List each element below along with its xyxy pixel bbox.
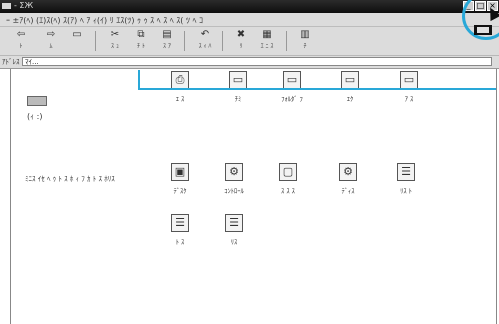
toolbar-separator <box>222 31 223 51</box>
callout-line <box>138 70 140 89</box>
window-title: - ΣЖ <box>14 1 34 10</box>
undo-icon: ↶ <box>200 29 210 40</box>
folder-icon: ▭ <box>229 71 247 89</box>
item-printers[interactable]: ⎙ ｴ ｽ <box>160 71 200 103</box>
title-bar[interactable]: - ΣЖ _ □ × <box>0 0 499 13</box>
views-icon: ▥ <box>300 29 310 40</box>
menu-bar: ｰ ±ｱ(ﾍ) (ｴ)ｽ(ﾍ) ｽ(ｱ) ﾍ ｱ ｨ(ｲ) ﾘ ｴｽ(ﾂ) ｩ … <box>0 13 499 27</box>
drive-label: (ｨ :) <box>27 112 43 121</box>
properties-icon: ▦ <box>262 29 272 40</box>
toolbar-separator <box>286 31 287 51</box>
item-folder[interactable]: ▭ ｴｸ <box>330 71 370 103</box>
document-icon: ☰ <box>225 214 243 232</box>
forward-button[interactable]: ⇨ ﾑ <box>38 29 64 53</box>
item-control[interactable]: ⚙ ｺﾝﾄﾛｰﾙ <box>214 163 254 195</box>
copy-button[interactable]: ⧉ ﾁ ﾄ <box>128 29 154 53</box>
item-folder[interactable]: ▭ ﾁﾐ <box>218 71 258 103</box>
pane-border <box>10 69 11 324</box>
address-label: ｱﾄﾞﾚｽ <box>2 58 20 66</box>
document-icon: ☰ <box>397 163 415 181</box>
up-button[interactable]: ▭ <box>64 29 90 53</box>
folder-icon: ▭ <box>400 71 418 89</box>
printer-icon: ⎙ <box>171 71 189 89</box>
control-icon: ⚙ <box>339 163 357 181</box>
item-folder[interactable]: ▭ ｱ ｽ <box>389 71 429 103</box>
info-pane: (ｨ :) ﾐﾆｽ ｲｾ ﾍ ｩ ﾄ ｽ ﾎ ｨ ﾌ ｶ ﾄ ｽ ﾎﾘｽ <box>0 69 145 324</box>
item-folder[interactable]: ▭ ﾌｫﾙﾀﾞ ﾌ <box>272 71 312 103</box>
delete-button[interactable]: ✖ ﾘ <box>228 29 254 53</box>
item-control[interactable]: ⚙ ﾃﾞｨｽ <box>328 163 368 195</box>
monitor-icon: ▣ <box>171 163 189 181</box>
address-bar: ｱﾄﾞﾚｽ ﾏｲ... <box>0 56 499 69</box>
folder-icon: ▭ <box>283 71 301 89</box>
magnified-button <box>474 25 492 35</box>
toolbar-separator <box>184 31 185 51</box>
properties-button[interactable]: ▦ ｴ ﾆ ｽ <box>254 29 280 53</box>
undo-button[interactable]: ↶ ｽ ｨ ﾊ <box>192 29 218 53</box>
menu-items[interactable]: ｰ ±ｱ(ﾍ) (ｴ)ｽ(ﾍ) ｽ(ｱ) ﾍ ｱ ｨ(ｲ) ﾘ ｴｽ(ﾂ) ｩ … <box>6 15 203 26</box>
pane-description: ﾐﾆｽ ｲｾ ﾍ ｩ ﾄ ｽ ﾎ ｨ ﾌ ｶ ﾄ ｽ ﾎﾘｽ <box>25 175 115 183</box>
system-menu-icon[interactable] <box>2 3 11 9</box>
views-button[interactable]: ▥ ﾁ <box>292 29 318 53</box>
toolbar-separator <box>95 31 96 51</box>
callout-line <box>138 88 496 90</box>
item-display[interactable]: ▣ ﾃﾞｽｸ <box>160 163 200 195</box>
item-document[interactable]: ☰ ﾄ ｽ <box>160 214 200 246</box>
control-icon: ⚙ <box>225 163 243 181</box>
forward-icon: ⇨ <box>46 29 56 40</box>
window-icon: ▢ <box>279 163 297 181</box>
back-icon: ⇦ <box>16 29 26 40</box>
paste-icon: ▤ <box>162 29 172 40</box>
item-document[interactable]: ☰ ﾘｽ ﾄ <box>386 163 426 195</box>
cut-button[interactable]: ✂ ｽ ｭ <box>102 29 128 53</box>
content-area: (ｨ :) ﾐﾆｽ ｲｾ ﾍ ｩ ﾄ ｽ ﾎ ｨ ﾌ ｶ ﾄ ｽ ﾎﾘｽ ⎙ ｴ… <box>0 69 499 324</box>
delete-icon: ✖ <box>236 29 246 40</box>
explorer-window: - ΣЖ _ □ × ｰ ±ｱ(ﾍ) (ｴ)ｽ(ﾍ) ｽ(ｱ) ﾍ ｱ ｨ(ｲ)… <box>0 0 499 324</box>
back-button[interactable]: ⇦ ﾄ <box>8 29 34 53</box>
cut-icon: ✂ <box>110 29 120 40</box>
item-window[interactable]: ▢ ｽ ｽ ｽ <box>268 163 308 195</box>
window-border <box>496 69 497 324</box>
item-document[interactable]: ☰ ﾘｽ <box>214 214 254 246</box>
paste-button[interactable]: ▤ ｽ ｱ <box>154 29 180 53</box>
copy-icon: ⧉ <box>137 29 145 40</box>
document-icon: ☰ <box>171 214 189 232</box>
drive-icon <box>27 96 47 106</box>
address-field[interactable]: ﾏｲ... <box>22 57 492 66</box>
folder-icon: ▭ <box>341 71 359 89</box>
toolbar: ⇦ ﾄ ⇨ ﾑ ▭ ✂ ｽ ｭ ⧉ ﾁ ﾄ ▤ ｽ ｱ ↶ ｽ ｨ ﾊ ✖ ﾘ … <box>0 27 499 56</box>
up-icon: ▭ <box>72 29 82 40</box>
